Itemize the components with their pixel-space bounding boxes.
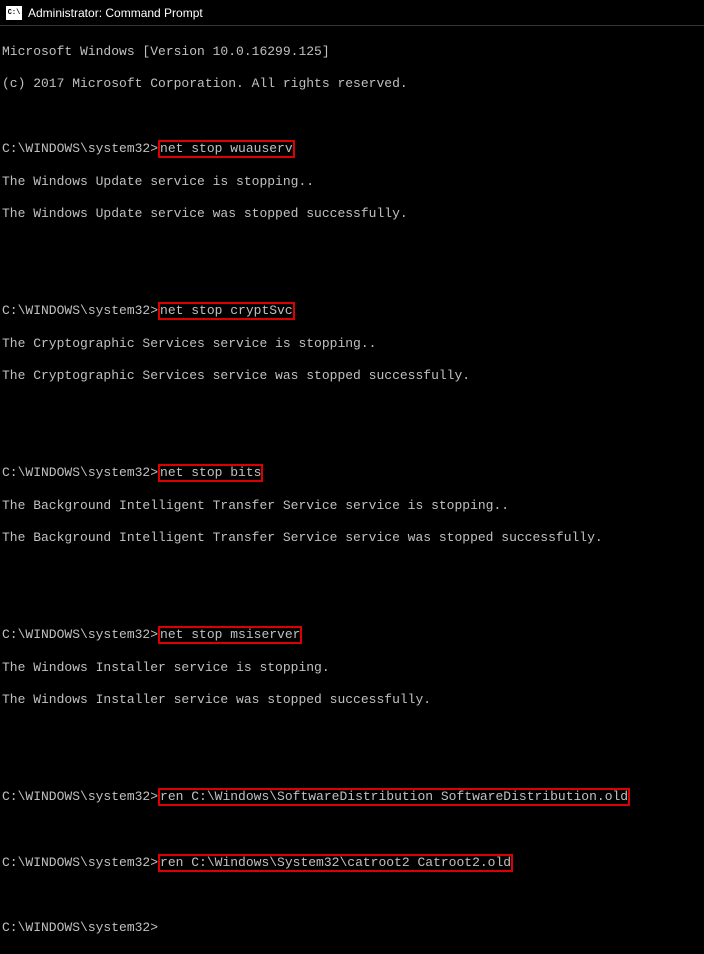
blank-line [2,724,702,740]
prompt: C:\WINDOWS\system32> [2,303,158,318]
command-highlight: net stop msiserver [158,626,302,644]
prompt-line: C:\WINDOWS\system32>net stop wuauserv [2,140,702,158]
blank-line [2,432,702,448]
output-line: The Background Intelligent Transfer Serv… [2,498,702,514]
blank-line [2,108,702,124]
prompt: C:\WINDOWS\system32> [2,141,158,156]
prompt: C:\WINDOWS\system32> [2,627,158,642]
command-highlight: ren C:\Windows\SoftwareDistribution Soft… [158,788,630,806]
prompt: C:\WINDOWS\system32> [2,855,158,870]
output-line: The Windows Update service was stopped s… [2,206,702,222]
version-line: Microsoft Windows [Version 10.0.16299.12… [2,44,702,60]
command-highlight: net stop cryptSvc [158,302,295,320]
titlebar[interactable]: Administrator: Command Prompt [0,0,704,26]
prompt: C:\WINDOWS\system32> [2,789,158,804]
window-title: Administrator: Command Prompt [28,6,203,20]
command-highlight: ren C:\Windows\System32\catroot2 Catroot… [158,854,513,872]
blank-line [2,238,702,254]
prompt-line: C:\WINDOWS\system32> [2,920,702,936]
output-line: The Cryptographic Services service is st… [2,336,702,352]
output-line: The Background Intelligent Transfer Serv… [2,530,702,546]
blank-line [2,270,702,286]
prompt-line: C:\WINDOWS\system32>ren C:\Windows\Softw… [2,788,702,806]
blank-line [2,888,702,904]
command-highlight: net stop wuauserv [158,140,295,158]
output-line: The Cryptographic Services service was s… [2,368,702,384]
prompt-line: C:\WINDOWS\system32>net stop cryptSvc [2,302,702,320]
output-line: The Windows Update service is stopping.. [2,174,702,190]
prompt: C:\WINDOWS\system32> [2,920,158,935]
prompt-line: C:\WINDOWS\system32>ren C:\Windows\Syste… [2,854,702,872]
output-line: The Windows Installer service is stoppin… [2,660,702,676]
blank-line [2,562,702,578]
cmd-icon [6,6,22,20]
output-line: The Windows Installer service was stoppe… [2,692,702,708]
blank-line [2,822,702,838]
blank-line [2,594,702,610]
prompt-line: C:\WINDOWS\system32>net stop msiserver [2,626,702,644]
prompt-line: C:\WINDOWS\system32>net stop bits [2,464,702,482]
terminal-output[interactable]: Microsoft Windows [Version 10.0.16299.12… [0,26,704,954]
prompt: C:\WINDOWS\system32> [2,465,158,480]
command-highlight: net stop bits [158,464,263,482]
copyright-line: (c) 2017 Microsoft Corporation. All righ… [2,76,702,92]
blank-line [2,400,702,416]
blank-line [2,756,702,772]
